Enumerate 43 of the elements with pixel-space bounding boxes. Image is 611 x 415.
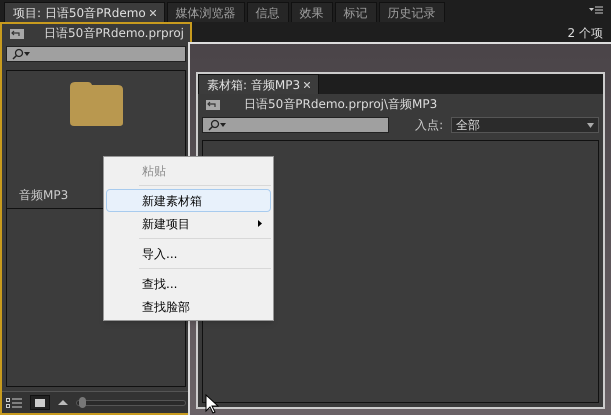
zoom-slider-track[interactable] <box>76 400 186 406</box>
bin-path: 日语50音PRdemo.prproj\音频MP3 <box>244 96 438 113</box>
icon-view-button[interactable] <box>30 395 50 410</box>
folder-icon[interactable] <box>68 81 124 127</box>
menu-item[interactable]: 导入... <box>106 242 271 265</box>
folder-up-icon[interactable] <box>10 28 24 38</box>
tab-label: 效果 <box>300 4 324 22</box>
panel-tab[interactable]: 信息 <box>246 2 289 22</box>
dropdown-caret-icon[interactable] <box>587 122 594 128</box>
panel-tab[interactable]: 标记 <box>334 2 377 22</box>
project-path: 日语50音PRdemo.prproj <box>44 25 184 42</box>
search-icon[interactable] <box>11 48 31 60</box>
bin-name: 音频MP3 <box>19 187 68 204</box>
search-icon[interactable] <box>207 119 227 131</box>
close-icon[interactable] <box>304 82 310 88</box>
tab-label: 项目: 日语50音PRdemo <box>13 4 146 22</box>
panel-tab[interactable]: 媒体浏览器 <box>166 2 245 22</box>
panel-tab[interactable]: 效果 <box>290 2 333 22</box>
tab-label: 历史记录 <box>388 4 436 22</box>
panel-menu-icon[interactable] <box>589 6 603 14</box>
tab-label: 标记 <box>344 4 368 22</box>
submenu-arrow-icon <box>258 220 262 227</box>
list-view-icon[interactable] <box>6 398 22 408</box>
search-field[interactable] <box>202 117 390 133</box>
panel-tab[interactable]: 素材箱: 音频MP3 <box>198 74 320 94</box>
menu-item[interactable]: 新建素材箱 <box>106 189 271 212</box>
tab-label: 信息 <box>256 4 280 22</box>
menu-item[interactable]: 查找... <box>106 272 271 295</box>
close-icon[interactable] <box>150 10 156 16</box>
mouse-cursor-icon <box>205 394 219 414</box>
menu-item[interactable]: 新建项目 <box>106 212 271 235</box>
menu-item[interactable]: 查找脸部 <box>106 295 271 318</box>
search-field[interactable] <box>6 46 186 62</box>
slider-thumb[interactable] <box>79 396 86 408</box>
item-count: 2 个项 <box>568 25 603 42</box>
tab-label: 素材箱: 音频MP3 <box>207 76 300 94</box>
in-point-dropdown[interactable]: 全部 <box>451 117 599 133</box>
in-point-label: 入点: <box>415 117 444 134</box>
panel-tab[interactable]: 项目: 日语50音PRdemo <box>4 2 165 22</box>
small-mountain-icon[interactable] <box>58 400 68 405</box>
tab-label: 媒体浏览器 <box>176 4 236 22</box>
panel-tab[interactable]: 历史记录 <box>378 2 445 22</box>
folder-up-icon[interactable] <box>206 98 220 110</box>
